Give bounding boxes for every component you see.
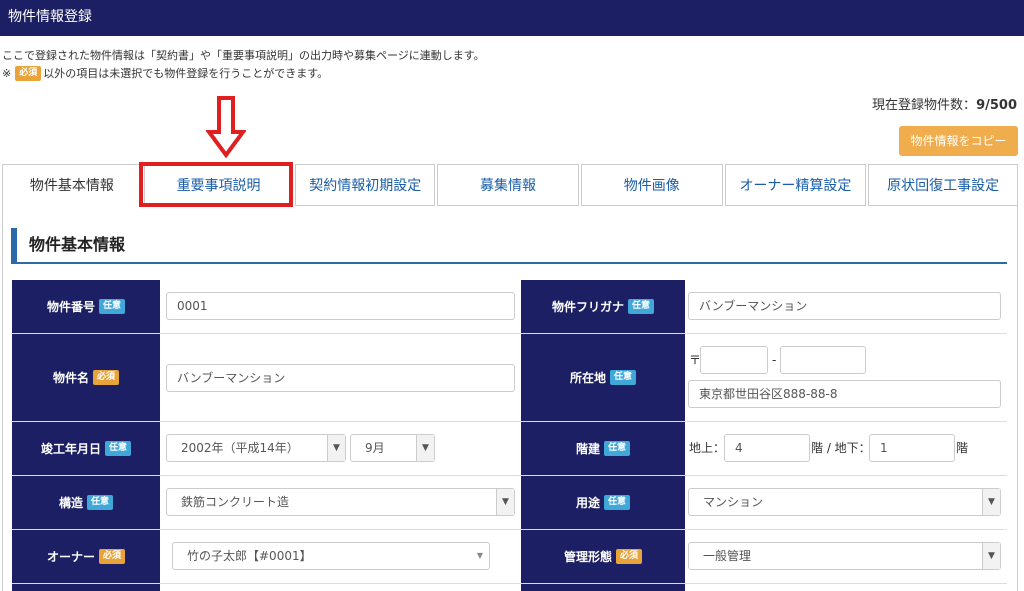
above-ground-label: 地上： [689,441,726,455]
property-name-input[interactable]: バンブーマンション [166,364,515,392]
optional-badge: 任意 [628,299,655,314]
label-text: オーナー [46,550,95,564]
down-arrow-icon [206,96,246,158]
notice-line-1: ここで登録された物件情報は「契約書」や「重要事項説明」の出力時や募集ページに連動… [2,49,485,62]
label-text: 所在地 [569,371,606,385]
tab-recruitment[interactable]: 募集情報 [437,164,579,206]
form-row: 物件名 必須 バンブーマンション 所在地 任意 〒 - 東京都世田谷区888-88-… [12,334,1007,422]
built-month-select[interactable]: 9月 ▼ [350,434,435,462]
optional-badge: 任意 [604,441,631,456]
form-row [12,584,1007,591]
required-badge: 必須 [99,549,126,564]
below-ground-input[interactable]: 1 [869,434,955,462]
label-text: 物件フリガナ [551,300,624,314]
select-value: 9月 [365,441,385,455]
tab-restoration-work[interactable]: 原状回復工事設定 [868,164,1018,206]
label-text: 竣工年月日 [40,442,101,456]
form-row: 物件番号 任意 0001 物件フリガナ 任意 バンブーマンション [12,280,1007,334]
registered-count: 現在登録物件数：9/500 [872,94,1017,113]
label-management: 管理形態 必須 [521,530,685,583]
form-row: オーナー 必須 竹の子太郎【#0001】 ▼ 管理形態 必須 一般管理 ▼ [12,530,1007,584]
select-value: 2002年（平成14年） [181,441,299,455]
chevron-down-icon: ▼ [982,489,1000,515]
label-property-kana: 物件フリガナ 任意 [521,280,685,333]
select-value: 一般管理 [703,549,752,563]
built-year-select[interactable]: 2002年（平成14年） ▼ [166,434,346,462]
chevron-down-icon: ▼ [496,489,514,515]
label-address: 所在地 任意 [521,334,685,421]
tab-contract-defaults[interactable]: 契約情報初期設定 [295,164,436,206]
app-header: 物件情報登録 [0,0,1024,36]
required-badge: 必須 [616,549,643,564]
required-badge: 必須 [15,65,42,81]
notice-line-2: ※ 必須 以外の項目は未選択でも物件登録を行うことができます。 [2,65,328,81]
label-owner: オーナー 必須 [12,530,160,583]
label-built-date: 竣工年月日 任意 [12,422,160,475]
registered-count-value: 9/500 [976,98,1017,113]
tab-owner-settlement[interactable]: オーナー精算設定 [724,164,867,206]
property-no-input[interactable]: 0001 [166,292,515,320]
label-structure: 構造 任意 [12,476,160,529]
required-badge: 必須 [93,370,120,385]
optional-badge: 任意 [87,495,114,510]
optional-badge: 任意 [99,299,126,314]
label-text: 物件番号 [46,300,95,314]
label-property-name: 物件名 必須 [12,334,160,421]
label-next-row [521,584,685,591]
label-usage: 用途 任意 [521,476,685,529]
form-row: 構造 任意 鉄筋コンクリート造 ▼ 用途 任意 マンション ▼ [12,476,1007,530]
section-title: 物件基本情報 [11,228,1007,264]
highlight-box [139,162,293,207]
tab-property-images[interactable]: 物件画像 [580,164,723,206]
notice-text: 以外の項目は未選択でも物件登録を行うことができます。 [43,67,329,80]
tab-basic-info[interactable]: 物件基本情報 [2,164,142,206]
floors-suffix: 階 [956,441,969,455]
optional-badge: 任意 [604,495,631,510]
zip-code-1-input[interactable] [700,346,768,374]
label-text: 管理形態 [563,550,612,564]
below-ground-label: 階 / 地下： [811,441,871,455]
page-title: 物件情報登録 [8,9,92,25]
copy-property-button[interactable]: 物件情報をコピー [899,126,1018,156]
management-select[interactable]: 一般管理 ▼ [688,542,1001,570]
zip-separator: - [772,353,777,367]
select-value: マンション [703,495,764,509]
label-floors: 階建 任意 [521,422,685,475]
chevron-down-icon: ▼ [327,435,345,461]
structure-select[interactable]: 鉄筋コンクリート造 ▼ [166,488,515,516]
caret-down-icon: ▼ [476,551,484,560]
registered-count-label: 現在登録物件数： [872,98,977,113]
chevron-down-icon: ▼ [416,435,434,461]
label-text: 構造 [58,496,83,510]
select-value: 竹の子太郎【#0001】 [187,549,312,563]
notice-mark: ※ [2,66,12,80]
zip-code-2-input[interactable] [780,346,866,374]
chevron-down-icon: ▼ [982,543,1000,569]
label-text: 物件名 [52,371,89,385]
address-input[interactable]: 東京都世田谷区888-88-8 [688,380,1001,408]
label-text: 階建 [575,442,600,456]
usage-select[interactable]: マンション ▼ [688,488,1001,516]
owner-select[interactable]: 竹の子太郎【#0001】 ▼ [172,542,490,570]
optional-badge: 任意 [105,441,132,456]
optional-badge: 任意 [610,370,637,385]
property-kana-input[interactable]: バンブーマンション [688,292,1001,320]
select-value: 鉄筋コンクリート造 [181,495,290,509]
above-ground-input[interactable]: 4 [724,434,810,462]
label-property-no: 物件番号 任意 [12,280,160,333]
label-text: 用途 [575,496,600,510]
form-row: 竣工年月日 任意 2002年（平成14年） ▼ 9月 ▼ 階建 任意 地上： 4 階 /… [12,422,1007,476]
label-next-row [12,584,160,591]
